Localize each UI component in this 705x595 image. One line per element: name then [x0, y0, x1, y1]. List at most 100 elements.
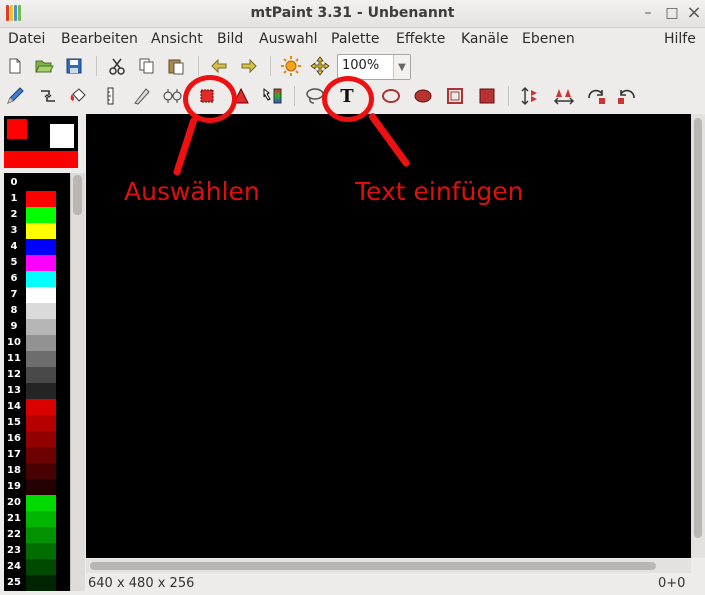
palette-row[interactable]: 16: [4, 431, 70, 447]
palette-row[interactable]: 9: [4, 319, 70, 335]
flip-horizontal-icon[interactable]: [553, 85, 575, 107]
palette-color[interactable]: [26, 239, 56, 255]
color-swatch-area[interactable]: [4, 116, 78, 168]
paste-icon[interactable]: [165, 55, 187, 77]
pattern-preview[interactable]: [4, 151, 78, 168]
palette-row[interactable]: 22: [4, 527, 70, 543]
palette-color[interactable]: [26, 575, 56, 591]
palette-row[interactable]: 18: [4, 463, 70, 479]
paint-icon[interactable]: [4, 85, 26, 107]
save-icon[interactable]: [63, 55, 85, 77]
clone-icon[interactable]: [162, 85, 184, 107]
smudge-icon[interactable]: [131, 85, 153, 107]
copy-icon[interactable]: [135, 55, 157, 77]
rotate-anticlockwise-icon[interactable]: [616, 85, 638, 107]
palette-row[interactable]: 21: [4, 511, 70, 527]
menu-kanaele[interactable]: Kanäle: [461, 31, 508, 47]
minimize-button[interactable]: –: [640, 5, 656, 21]
chevron-down-icon[interactable]: ▼: [393, 55, 410, 79]
palette-row[interactable]: 5: [4, 255, 70, 271]
palette-row[interactable]: 0: [4, 175, 70, 191]
palette-color[interactable]: [26, 271, 56, 287]
palette-row[interactable]: 7: [4, 287, 70, 303]
palette-color[interactable]: [26, 431, 56, 447]
menu-ansicht[interactable]: Ansicht: [151, 31, 203, 47]
horizontal-scroll-thumb[interactable]: [90, 562, 656, 570]
brightness-icon[interactable]: [280, 55, 302, 77]
palette-color[interactable]: [26, 287, 56, 303]
maximize-button[interactable]: □: [664, 5, 680, 21]
palette-color[interactable]: [26, 255, 56, 271]
cut-icon[interactable]: [106, 55, 128, 77]
palette-color[interactable]: [26, 175, 56, 191]
palette-color[interactable]: [26, 319, 56, 335]
menu-palette[interactable]: Palette: [331, 31, 380, 47]
ellipse-filled-icon[interactable]: [412, 85, 434, 107]
palette-color[interactable]: [26, 191, 56, 207]
flood-fill-icon[interactable]: [67, 85, 89, 107]
palette-color[interactable]: [26, 335, 56, 351]
palette-list[interactable]: 0 1 2 3 4 5 6 7 8 9 10 11 12 13 14 15 16 17 18 19 20 21 22 23 24…: [4, 173, 70, 591]
rect-filled-icon[interactable]: [476, 85, 498, 107]
pan-icon[interactable]: [309, 55, 331, 77]
menu-bild[interactable]: Bild: [217, 31, 243, 47]
menu-ebenen[interactable]: Ebenen: [522, 31, 575, 47]
menu-datei[interactable]: Datei: [8, 31, 45, 47]
gradient-icon[interactable]: [262, 85, 284, 107]
palette-color[interactable]: [26, 463, 56, 479]
vertical-scrollbar[interactable]: [691, 114, 705, 558]
palette-row[interactable]: 23: [4, 543, 70, 559]
palette-color[interactable]: [26, 511, 56, 527]
palette-row[interactable]: 12: [4, 367, 70, 383]
palette-row[interactable]: 14: [4, 399, 70, 415]
flip-vertical-icon[interactable]: [519, 85, 541, 107]
palette-scrollbar[interactable]: [70, 173, 85, 591]
open-folder-icon[interactable]: [33, 55, 55, 77]
palette-color[interactable]: [26, 415, 56, 431]
palette-color[interactable]: [26, 495, 56, 511]
palette-row[interactable]: 24: [4, 559, 70, 575]
palette-row[interactable]: 19: [4, 479, 70, 495]
palette-row[interactable]: 3: [4, 223, 70, 239]
palette-row[interactable]: 13: [4, 383, 70, 399]
palette-row[interactable]: 11: [4, 351, 70, 367]
palette-scroll-thumb[interactable]: [73, 175, 82, 215]
palette-color[interactable]: [26, 207, 56, 223]
palette-color[interactable]: [26, 303, 56, 319]
palette-row[interactable]: 8: [4, 303, 70, 319]
menu-effekte[interactable]: Effekte: [396, 31, 445, 47]
palette-row[interactable]: 2: [4, 207, 70, 223]
palette-row[interactable]: 17: [4, 447, 70, 463]
new-file-icon[interactable]: [4, 55, 26, 77]
palette-row[interactable]: 10: [4, 335, 70, 351]
close-button[interactable]: ×: [686, 4, 702, 22]
shuffle-icon[interactable]: [37, 85, 59, 107]
palette-color[interactable]: [26, 383, 56, 399]
palette-color[interactable]: [26, 543, 56, 559]
palette-row[interactable]: 20: [4, 495, 70, 511]
palette-row[interactable]: 1: [4, 191, 70, 207]
foreground-color[interactable]: [7, 119, 27, 139]
vertical-scroll-thumb[interactable]: [694, 118, 702, 538]
menu-hilfe[interactable]: Hilfe: [664, 31, 696, 47]
undo-icon[interactable]: [208, 55, 230, 77]
palette-color[interactable]: [26, 559, 56, 575]
menu-bearbeiten[interactable]: Bearbeiten: [61, 31, 138, 47]
redo-icon[interactable]: [238, 55, 260, 77]
ellipse-outline-icon[interactable]: [380, 85, 402, 107]
rect-outline-icon[interactable]: [444, 85, 466, 107]
palette-color[interactable]: [26, 367, 56, 383]
horizontal-scrollbar[interactable]: [86, 559, 691, 573]
palette-row[interactable]: 6: [4, 271, 70, 287]
rotate-clockwise-icon[interactable]: [585, 85, 607, 107]
palette-color[interactable]: [26, 399, 56, 415]
background-color[interactable]: [50, 124, 74, 148]
palette-color[interactable]: [26, 479, 56, 495]
palette-row[interactable]: 25: [4, 575, 70, 591]
palette-row[interactable]: 15: [4, 415, 70, 431]
palette-color[interactable]: [26, 223, 56, 239]
palette-color[interactable]: [26, 447, 56, 463]
palette-color[interactable]: [26, 351, 56, 367]
menu-auswahl[interactable]: Auswahl: [259, 31, 318, 47]
palette-row[interactable]: 4: [4, 239, 70, 255]
